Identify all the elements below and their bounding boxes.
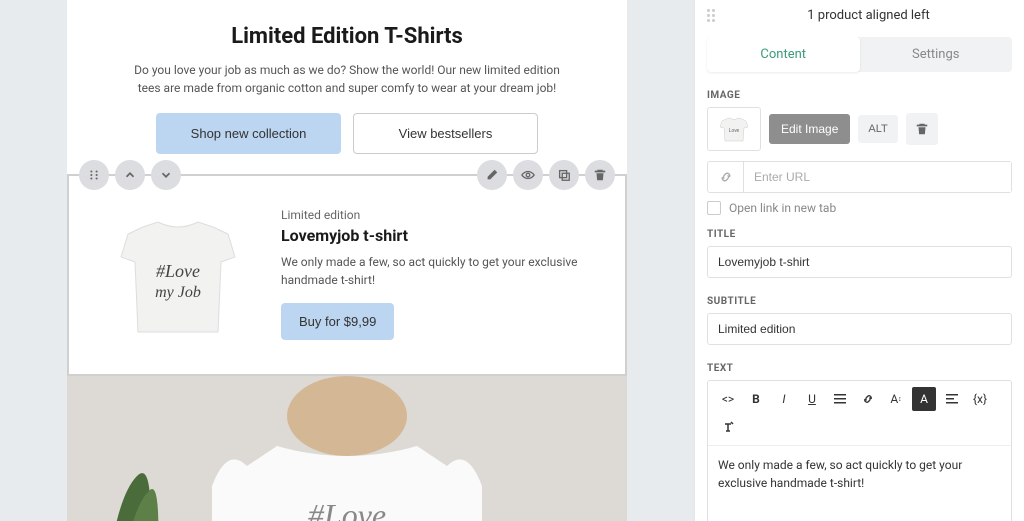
new-tab-label: Open link in new tab	[729, 201, 836, 215]
italic-icon[interactable]: I	[772, 387, 796, 411]
list-icon[interactable]	[828, 387, 852, 411]
subtitle-input[interactable]	[707, 313, 1012, 345]
clear-format-icon[interactable]	[716, 415, 740, 439]
product-subtitle: Limited edition	[281, 208, 601, 222]
move-down-icon[interactable]	[151, 160, 181, 190]
delete-image-button[interactable]	[906, 113, 938, 145]
sidebar: 1 product aligned left Content Settings …	[694, 0, 1024, 521]
product-image: #Love my Job	[93, 202, 263, 352]
rich-text-editor: <> B I U A↕ A {x} We only made a few, so…	[707, 380, 1012, 521]
delete-icon[interactable]	[585, 160, 615, 190]
sidebar-tabs: Content Settings	[707, 37, 1012, 72]
title-input[interactable]	[707, 246, 1012, 278]
drag-handle-icon[interactable]	[79, 160, 109, 190]
url-row	[707, 161, 1012, 193]
sidebar-body: IMAGE Love Edit Image ALT Open link in n…	[695, 82, 1024, 521]
product-info: Limited edition Lovemyjob t-shirt We onl…	[281, 202, 601, 340]
view-bestsellers-button[interactable]: View bestsellers	[353, 113, 538, 154]
new-tab-checkbox[interactable]	[707, 201, 721, 215]
drag-dots-icon[interactable]	[707, 9, 715, 22]
hero-description: Do you love your job as much as we do? S…	[132, 61, 562, 97]
url-input[interactable]	[744, 162, 1011, 192]
hero-title: Limited Edition T-Shirts	[99, 24, 595, 49]
image-thumbnail[interactable]: Love	[707, 107, 761, 151]
shop-collection-button[interactable]: Shop new collection	[156, 113, 341, 154]
svg-text:Love: Love	[729, 128, 740, 134]
duplicate-icon[interactable]	[549, 160, 579, 190]
sidebar-title: 1 product aligned left	[725, 8, 1012, 23]
title-label: TITLE	[707, 229, 1012, 240]
product-card: #Love my Job Limited edition Lovemyjob t-…	[69, 176, 625, 374]
product-description: We only made a few, so act quickly to ge…	[281, 253, 601, 289]
rte-body[interactable]: We only made a few, so act quickly to ge…	[708, 446, 1011, 521]
hero-section: Limited Edition T-Shirts Do you love you…	[67, 0, 627, 174]
canvas-area: Limited Edition T-Shirts Do you love you…	[0, 0, 694, 521]
font-size-icon[interactable]: A↕	[884, 387, 908, 411]
underline-icon[interactable]: U	[800, 387, 824, 411]
image-label: IMAGE	[707, 90, 1012, 101]
sidebar-header: 1 product aligned left	[695, 0, 1024, 31]
font-color-icon[interactable]: A	[912, 387, 936, 411]
visibility-icon[interactable]	[513, 160, 543, 190]
align-icon[interactable]	[940, 387, 964, 411]
product-title: Lovemyjob t-shirt	[281, 226, 601, 245]
tab-settings[interactable]: Settings	[860, 37, 1013, 72]
svg-text:my Job: my Job	[155, 284, 201, 301]
variable-icon[interactable]: {x}	[968, 387, 992, 411]
edit-image-button[interactable]: Edit Image	[769, 114, 850, 144]
svg-text:#Love: #Love	[156, 261, 200, 281]
edit-icon[interactable]	[477, 160, 507, 190]
move-up-icon[interactable]	[115, 160, 145, 190]
buy-button[interactable]: Buy for $9,99	[281, 303, 394, 340]
svg-text:#Love: #Love	[308, 497, 386, 521]
bold-icon[interactable]: B	[744, 387, 768, 411]
subtitle-label: SUBTITLE	[707, 296, 1012, 307]
email-canvas: Limited Edition T-Shirts Do you love you…	[67, 0, 627, 521]
link-icon	[708, 162, 744, 192]
hero-buttons: Shop new collection View bestsellers	[99, 113, 595, 154]
code-icon[interactable]: <>	[716, 387, 740, 411]
image-row: Love Edit Image ALT	[707, 107, 1012, 151]
block-toolbar	[69, 160, 625, 190]
rte-toolbar: <> B I U A↕ A {x}	[708, 381, 1011, 446]
text-label: TEXT	[707, 363, 1012, 374]
model-image: #Love my Job	[67, 376, 627, 521]
product-block[interactable]: #Love my Job Limited edition Lovemyjob t-…	[67, 174, 627, 376]
alt-button[interactable]: ALT	[858, 115, 897, 143]
rte-link-icon[interactable]	[856, 387, 880, 411]
tab-content[interactable]: Content	[707, 37, 860, 72]
new-tab-row[interactable]: Open link in new tab	[707, 201, 1012, 215]
